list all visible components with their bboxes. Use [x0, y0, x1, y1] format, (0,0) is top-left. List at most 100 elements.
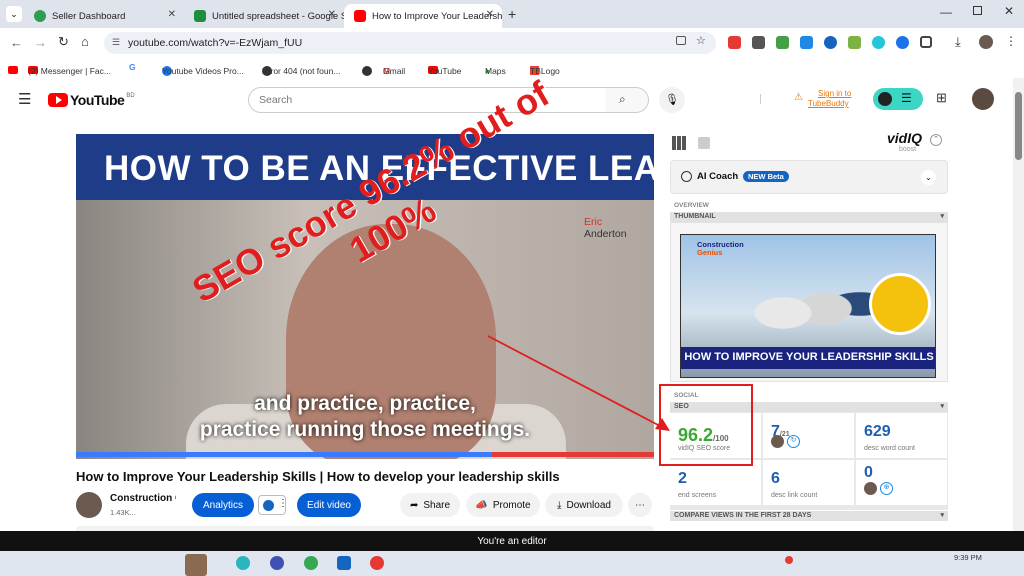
collapse-vidiq-icon[interactable]: ⌃	[930, 134, 942, 146]
subscriber-count: 1.43K...	[110, 508, 136, 517]
stats-view-icon[interactable]	[698, 137, 710, 149]
extension-icon[interactable]	[872, 36, 885, 49]
close-window-button[interactable]: ✕	[1004, 4, 1014, 18]
channel-avatar[interactable]	[76, 492, 102, 518]
tubebuddy-signin-link[interactable]: ⚠ Sign in to TubeBuddy	[794, 89, 851, 109]
home-icon[interactable]: ⌂	[81, 34, 89, 49]
vidiq-logo: vidIQ boost	[887, 130, 923, 153]
taskbar-app-icon[interactable]	[185, 554, 207, 576]
add-person-icon: ⊕	[880, 482, 893, 495]
menu-icon: ☰	[901, 91, 912, 105]
extension-icon[interactable]	[848, 36, 861, 49]
extension-icon[interactable]	[752, 36, 765, 49]
install-icon[interactable]	[676, 36, 686, 45]
extension-icon[interactable]	[896, 36, 909, 49]
hamburger-menu-icon[interactable]: ☰	[18, 90, 31, 108]
analytics-button[interactable]: Analytics	[192, 493, 254, 517]
menu-icon[interactable]: ⋮	[1005, 34, 1017, 48]
youtube-icon	[354, 10, 366, 22]
tubebuddy-menu-button[interactable]: ☰	[873, 88, 923, 110]
vidiq-icon	[263, 500, 274, 511]
puzzle-icon[interactable]	[920, 36, 932, 48]
taskbar-app-icon[interactable]	[337, 556, 351, 570]
edit-video-button[interactable]: Edit video	[297, 493, 361, 517]
search-icon: ⌕	[619, 92, 626, 106]
new-beta-badge: NEW Beta	[743, 171, 789, 182]
maximize-button[interactable]	[973, 6, 982, 15]
youtube-play-icon	[48, 93, 68, 107]
seo-score-highlight	[659, 384, 753, 466]
overview-label: OVERVIEW	[674, 202, 709, 209]
taskbar-app-icon[interactable]	[270, 556, 284, 570]
site-info-icon[interactable]: ☰	[112, 37, 120, 48]
close-icon[interactable]: ✕	[486, 9, 494, 20]
tubebuddy-icon: ⚠	[794, 92, 803, 103]
extension-icon[interactable]	[776, 36, 789, 49]
profile-avatar[interactable]	[979, 35, 993, 49]
account-avatar[interactable]	[972, 88, 994, 110]
home-icon	[34, 10, 46, 22]
presenter-name: Eric Anderton	[584, 216, 627, 240]
extension-icon[interactable]	[824, 36, 837, 49]
thumbnail-presenter	[869, 273, 931, 335]
download-button[interactable]: ⤓ Download	[545, 493, 623, 517]
bookmark-star-icon[interactable]: ☆	[696, 34, 706, 47]
tab-search-button[interactable]: ⌄	[6, 6, 22, 22]
back-icon[interactable]: ←	[10, 35, 23, 50]
voice-search-button[interactable]: 🎙	[659, 87, 685, 113]
more-options-icon: ⋮	[278, 498, 288, 509]
avatar	[771, 435, 784, 448]
tab-seller-dashboard[interactable]: Seller Dashboard ✕	[24, 4, 184, 28]
search-button[interactable]: ⌕	[605, 87, 649, 113]
thumbnail-title: HOW TO IMPROVE YOUR LEADERSHIP SKILLS	[681, 347, 935, 369]
video-thumbnail[interactable]: Construction Genius HOW TO IMPROVE YOUR …	[680, 234, 936, 378]
divider	[760, 94, 761, 104]
extension-icon[interactable]	[800, 36, 813, 49]
extension-icons	[728, 36, 932, 50]
grid-view-icon[interactable]	[672, 136, 686, 150]
bookmarks-bar: (2) Messenger | Fac... G Youtube Videos …	[0, 58, 1024, 78]
create-video-icon[interactable]: ⊞	[936, 90, 947, 106]
page-scrollbar[interactable]	[1013, 78, 1024, 531]
youtube-logo[interactable]: YouTube BD	[48, 92, 135, 108]
taskbar-app-icon[interactable]	[304, 556, 318, 570]
taskbar-app-icon[interactable]	[785, 556, 793, 564]
ai-chat-icon	[681, 171, 692, 182]
extension-icon[interactable]	[728, 36, 741, 49]
compare-views-header[interactable]: COMPARE VIEWS IN THE FIRST 28 DAYS ▾	[670, 511, 948, 521]
scrollbar-thumb[interactable]	[1015, 92, 1022, 160]
promote-button[interactable]: 📣 Promote	[466, 493, 540, 517]
close-icon[interactable]: ✕	[328, 9, 336, 20]
browser-tab-bar: ⌄ Seller Dashboard ✕ Untitled spreadshee…	[0, 0, 1024, 28]
video-progress-bar[interactable]	[76, 452, 654, 457]
stat-card-link-count: 6 desc link count	[763, 460, 854, 505]
thumbnail-section-header[interactable]: THUMBNAIL ▾	[670, 212, 948, 222]
vidiq-extension-button[interactable]: ⋮	[258, 495, 288, 515]
tab-spreadsheet[interactable]: Untitled spreadsheet - Google Sh ✕	[184, 4, 344, 28]
new-tab-button[interactable]: +	[508, 6, 516, 22]
share-button[interactable]: ➦ Share	[400, 493, 460, 517]
minimize-button[interactable]: —	[940, 5, 952, 19]
download-icon: ⤓	[557, 499, 562, 511]
stat-card-end-screens: 2 end screens	[670, 460, 761, 505]
ai-coach-panel[interactable]: AI Coach NEW Beta ⌄	[670, 160, 948, 194]
stat-card-subscribe: 0 ⊕	[856, 460, 947, 505]
chevron-down-icon[interactable]: ⌄	[921, 170, 936, 185]
stat-card-word-count: 629 desc word count	[856, 413, 947, 458]
tab-youtube-video[interactable]: How to Improve Your Leadershi ✕	[344, 4, 502, 28]
refresh-icon: ↻	[787, 435, 800, 448]
editor-status-bar: You're an editor	[0, 531, 1024, 551]
download-icon[interactable]: ⤓	[955, 34, 961, 50]
share-icon: ➦	[409, 499, 419, 511]
url-bar[interactable]: ☰ youtube.com/watch?v=-EzWjam_fUU ☆	[104, 32, 716, 54]
bookmark-google[interactable]: G	[129, 62, 136, 72]
taskbar-app-icon[interactable]	[236, 556, 250, 570]
channel-name[interactable]: Construction G	[110, 493, 176, 504]
reload-icon[interactable]: ↻	[58, 34, 69, 50]
taskbar-clock: 9:39 PM	[954, 553, 982, 562]
forward-icon[interactable]: →	[34, 35, 47, 50]
taskbar-app-icon[interactable]	[370, 556, 384, 570]
close-icon[interactable]: ✕	[168, 9, 176, 20]
video-progress-played	[492, 452, 654, 457]
more-actions-button[interactable]: ⋯	[628, 493, 652, 517]
